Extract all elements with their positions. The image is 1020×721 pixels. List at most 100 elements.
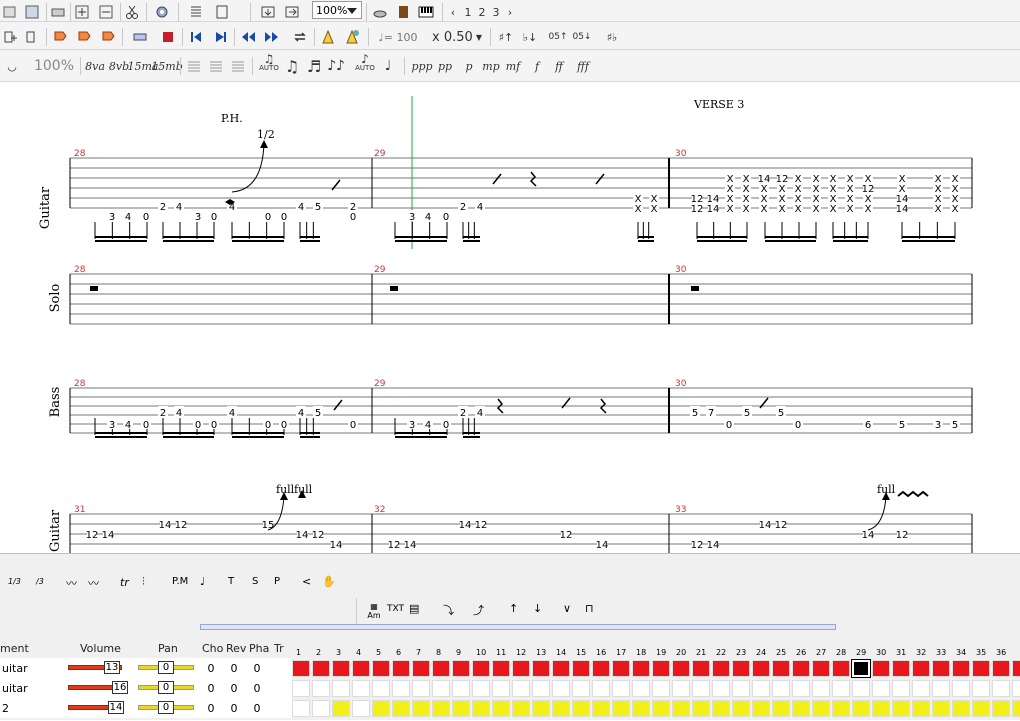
measure-cell[interactable] <box>392 660 410 677</box>
measure-cell[interactable] <box>472 680 490 697</box>
measure-cell[interactable] <box>932 700 950 717</box>
measure-cell[interactable] <box>592 660 610 677</box>
page-prev-button[interactable]: ‹ <box>447 2 459 22</box>
measure-cell[interactable] <box>832 700 850 717</box>
measure-cell[interactable] <box>892 660 910 677</box>
measure-cell[interactable] <box>792 700 810 717</box>
measure-cell[interactable] <box>572 660 590 677</box>
tablature-score[interactable]: 3 4 02 43 040 04 5023 4 02 412 1412 14XXXXXXXX14XXX… <box>0 82 1020 553</box>
measure-cell[interactable] <box>712 700 730 717</box>
measure-cell[interactable] <box>352 680 370 697</box>
multitrack-icon[interactable] <box>258 2 278 22</box>
chord-diagram-button[interactable]: ▦ Am <box>365 602 383 620</box>
measure-cell[interactable] <box>492 680 510 697</box>
measure-cell[interactable] <box>772 660 790 677</box>
measure-cell[interactable] <box>752 700 770 717</box>
measure-cell[interactable] <box>852 700 870 717</box>
loop-icon[interactable] <box>290 27 310 47</box>
dynamic-ff[interactable]: ff <box>548 56 570 76</box>
measure-cell[interactable] <box>652 660 670 677</box>
measure-cell[interactable] <box>532 680 550 697</box>
zoom-secondary[interactable]: 100% <box>34 56 74 76</box>
triplet-tool[interactable]: 1/3 <box>8 577 21 586</box>
page-tab-1[interactable]: 1 <box>462 2 474 22</box>
trill-tool[interactable]: tr <box>120 576 129 589</box>
text-button[interactable]: TXT <box>387 604 404 614</box>
measure-cell[interactable] <box>912 700 930 717</box>
track-row-2[interactable]: uitar 16 0 0 0 0 <box>0 678 292 698</box>
measure-cell[interactable] <box>652 680 670 697</box>
dynamic-mf[interactable]: mf <box>502 56 524 76</box>
measure-cell[interactable] <box>332 700 350 717</box>
measure-cell[interactable] <box>892 700 910 717</box>
pick-up-icon[interactable]: ⊓ <box>585 602 594 615</box>
fret-down-icon[interactable]: 05↓ <box>572 27 592 47</box>
vibrato-icon[interactable]: 〰 <box>66 575 77 591</box>
loop-region-icon[interactable] <box>130 27 150 47</box>
measure-cell[interactable] <box>472 700 490 717</box>
measure-cell[interactable] <box>472 660 490 677</box>
measure-cell[interactable] <box>1012 680 1020 697</box>
tempo-display[interactable]: ♩ = 100 <box>374 27 422 47</box>
settings-gear-icon[interactable] <box>152 2 172 22</box>
metronome-icon[interactable] <box>318 27 338 47</box>
palm-mute-tool[interactable]: P.M <box>172 576 188 587</box>
measure-cell[interactable] <box>412 680 430 697</box>
chorus-value[interactable]: 0 <box>206 662 216 675</box>
measure-cell[interactable] <box>632 680 650 697</box>
measure-cell[interactable] <box>612 700 630 717</box>
measure-cell[interactable] <box>452 660 470 677</box>
beam-sixteenth-icon[interactable]: ♬ <box>304 56 324 76</box>
measure-cell[interactable] <box>952 700 970 717</box>
measure-cell[interactable] <box>932 680 950 697</box>
marker-red-icon[interactable] <box>50 27 70 47</box>
measure-cell[interactable] <box>632 700 650 717</box>
measure-cell[interactable] <box>892 680 910 697</box>
grace-note-icon[interactable]: ♩ <box>200 575 205 588</box>
reverb-value[interactable]: 0 <box>229 662 239 675</box>
measure-cell[interactable] <box>912 680 930 697</box>
measure-cell[interactable] <box>872 660 890 677</box>
beam-group-icon[interactable]: ♪♪ <box>326 56 346 76</box>
measure-cell[interactable] <box>792 680 810 697</box>
measure-cell[interactable] <box>992 700 1010 717</box>
measure-cell[interactable] <box>432 660 450 677</box>
reverb-value[interactable]: 0 <box>229 682 239 695</box>
upstroke-icon[interactable]: ↑ <box>509 602 518 615</box>
chorus-value[interactable]: 0 <box>206 702 216 715</box>
stem-direction-icon[interactable]: ♩ <box>378 56 398 76</box>
measure-cell[interactable] <box>692 680 710 697</box>
export-icon[interactable] <box>282 2 302 22</box>
dynamic-fff[interactable]: fff <box>572 56 594 76</box>
measure-cell[interactable] <box>332 680 350 697</box>
panel-splitter[interactable] <box>200 624 836 630</box>
reverb-value[interactable]: 0 <box>229 702 239 715</box>
drum-kit-icon[interactable] <box>370 2 390 22</box>
measure-cell[interactable] <box>372 700 390 717</box>
guitar-fretboard-icon[interactable] <box>394 2 414 22</box>
measure-cell[interactable] <box>712 680 730 697</box>
measure-cell[interactable] <box>292 660 310 677</box>
measure-cell[interactable] <box>872 680 890 697</box>
measure-cell[interactable] <box>452 680 470 697</box>
measure-cell[interactable] <box>672 700 690 717</box>
stroke-icon[interactable]: ✋ <box>322 575 336 588</box>
measure-cell[interactable] <box>352 700 370 717</box>
measure-cell[interactable] <box>452 700 470 717</box>
volume-value[interactable]: 14 <box>108 701 124 714</box>
measure-cell[interactable] <box>952 660 970 677</box>
measure-cell[interactable] <box>492 660 510 677</box>
downstroke-icon[interactable]: ↓ <box>533 602 542 615</box>
piano-keyboard-icon[interactable] <box>416 2 436 22</box>
pick-down-icon[interactable]: ∨ <box>563 602 571 615</box>
measure-cell[interactable] <box>812 660 830 677</box>
measure-cell[interactable] <box>972 660 990 677</box>
measure-cell[interactable] <box>752 680 770 697</box>
track-properties-icon[interactable] <box>22 27 42 47</box>
measure-cell[interactable] <box>312 660 330 677</box>
enharmonic-icon[interactable]: ♯♭ <box>602 27 622 47</box>
cut-icon[interactable] <box>122 2 142 22</box>
measure-cell[interactable] <box>432 700 450 717</box>
file-save-icon[interactable] <box>22 2 42 22</box>
measure-cell[interactable] <box>672 660 690 677</box>
